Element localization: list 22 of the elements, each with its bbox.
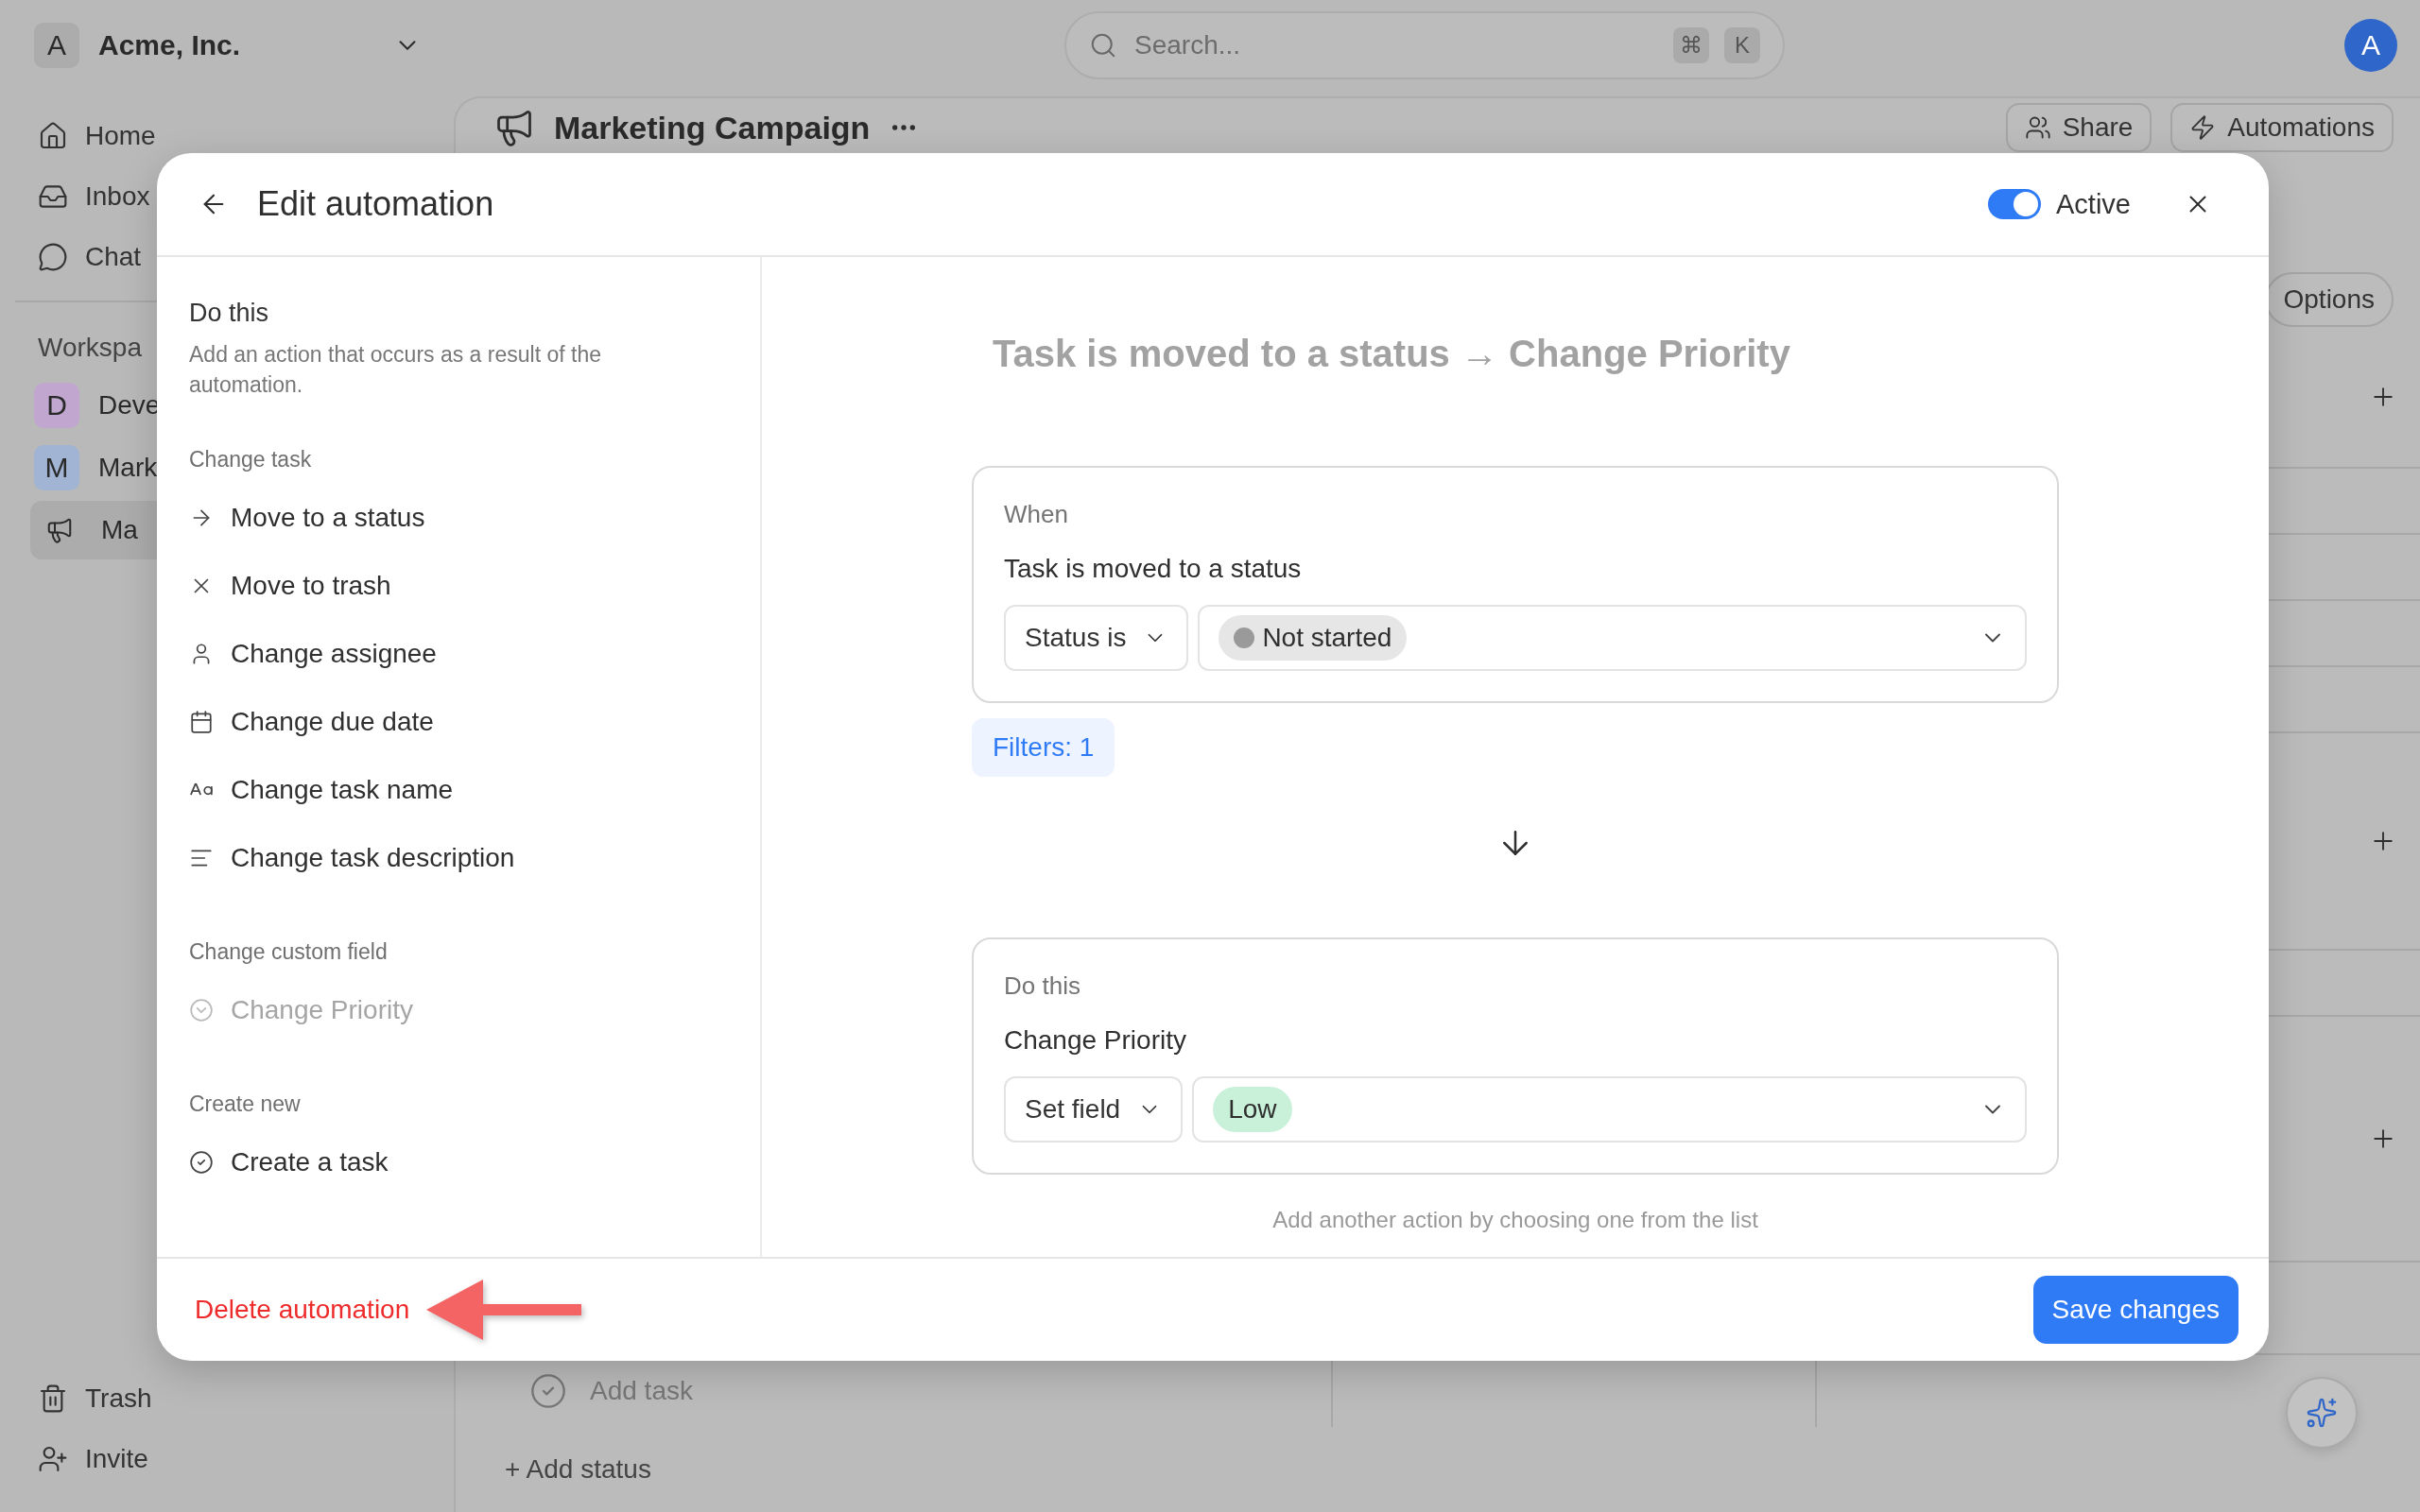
card-title: Change Priority [1004,1025,1187,1056]
automation-summary: Task is moved to a status → Change Priority [992,333,1791,375]
toggle-label: Active [2056,188,2131,220]
workspace-initial: M [34,445,79,490]
section-heading: Change task [189,447,313,472]
card-title: Task is moved to a status [1004,554,1303,584]
panel-description: Add an action that occurs as a result of the automation. [189,341,602,399]
card-label: Do this [1004,971,1081,1001]
project-title: Marketing Campaign [554,109,871,146]
section-heading: Create new [189,1091,302,1117]
shortcut-key: ⌘ [1673,27,1709,63]
section-heading: Workspa [37,332,142,364]
workspace-initial: A [34,23,79,68]
panel-title: Do this [189,299,270,328]
priority-chip: Low [1213,1087,1292,1132]
section-heading: Change custom field [189,939,389,965]
card-label: When [1004,500,1069,529]
dialog-title: Edit automation [257,184,494,224]
workspace-initial: D [34,383,79,428]
shortcut-key: K [1724,27,1760,63]
status-chip: Not started [1219,615,1408,661]
hint-text: Add another action by choosing one from the list [1271,1207,1759,1233]
